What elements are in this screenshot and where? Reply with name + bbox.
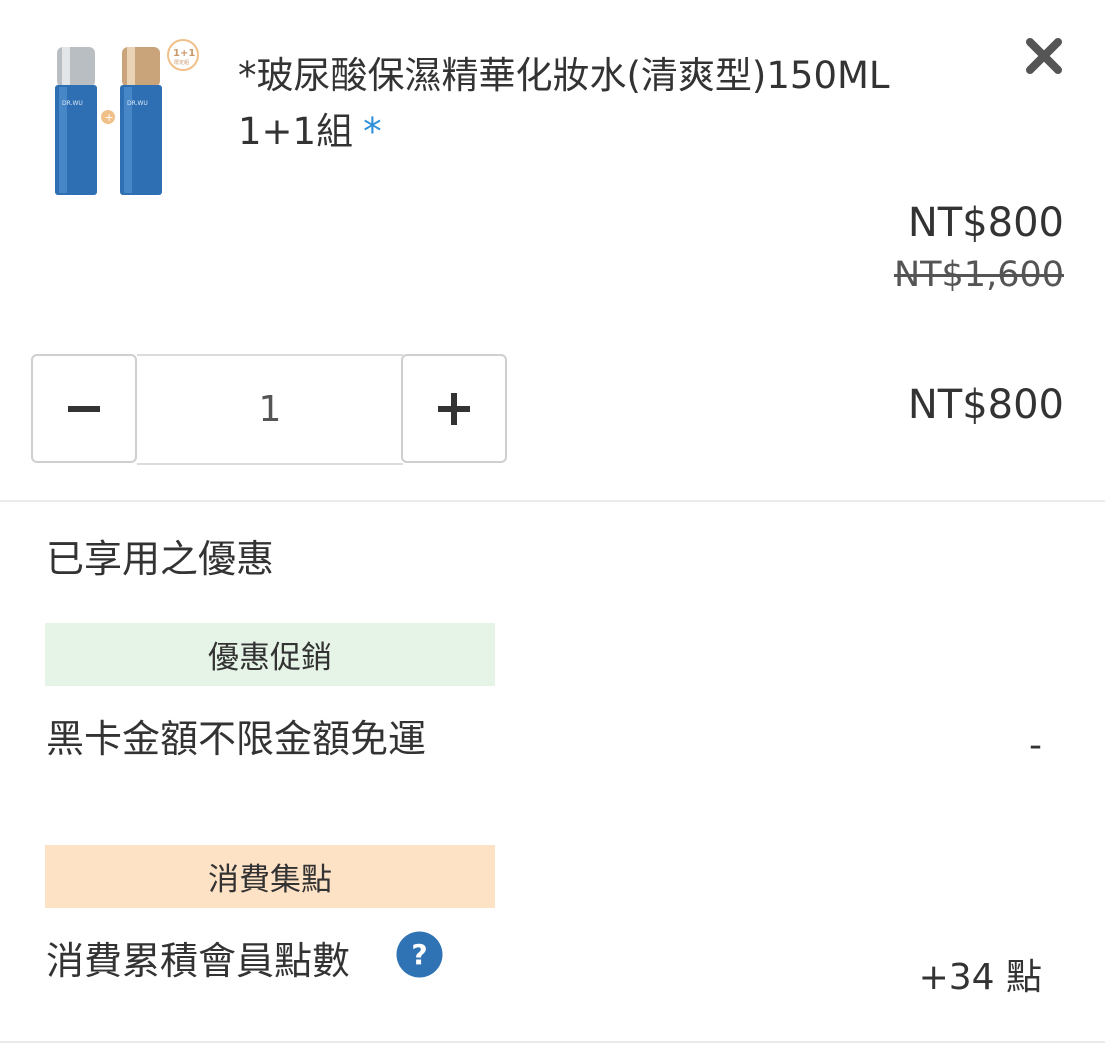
- question-help-icon[interactable]: ?: [396, 931, 443, 978]
- original-price: NT$1,600: [893, 255, 1064, 295]
- promotion-name: 黑卡金額不限金額免運: [46, 717, 427, 761]
- image-badge: 1+1: [173, 48, 195, 59]
- remove-item-close-icon[interactable]: [1022, 34, 1066, 78]
- minus-icon: [68, 405, 100, 412]
- plus-icon: [438, 392, 470, 425]
- promotion-value: -: [1029, 725, 1042, 766]
- svg-text:?: ?: [411, 938, 427, 971]
- bottle-label-2: DR.WU: [127, 100, 148, 107]
- promotion-tag: 優惠促銷: [45, 623, 495, 686]
- divider-bottom: [0, 1041, 1105, 1043]
- points-name: 消費累積會員點數: [46, 939, 351, 983]
- quantity-increase-button[interactable]: [401, 354, 507, 463]
- offers-section-title: 已享用之優惠: [46, 537, 275, 581]
- svg-text:+: +: [105, 111, 114, 124]
- divider: [0, 500, 1105, 502]
- required-mark: *: [363, 110, 382, 153]
- quantity-decrease-button[interactable]: [31, 354, 137, 463]
- line-total-price: NT$800: [907, 382, 1064, 428]
- product-title-text: *玻尿酸保濕精華化妝水(清爽型)150ML 1+1組: [238, 54, 890, 153]
- points-tag: 消費集點: [45, 845, 495, 908]
- sale-price: NT$800: [907, 200, 1064, 246]
- quantity-input[interactable]: 1: [137, 354, 403, 465]
- product-image: DR.WU + DR.WU 1+1 限定組: [40, 35, 210, 210]
- bottle-label: DR.WU: [62, 100, 83, 107]
- image-badge-sub: 限定組: [174, 59, 189, 66]
- points-value: +34 點: [918, 957, 1042, 998]
- product-title: *玻尿酸保濕精華化妝水(清爽型)150ML 1+1組 *: [238, 48, 978, 160]
